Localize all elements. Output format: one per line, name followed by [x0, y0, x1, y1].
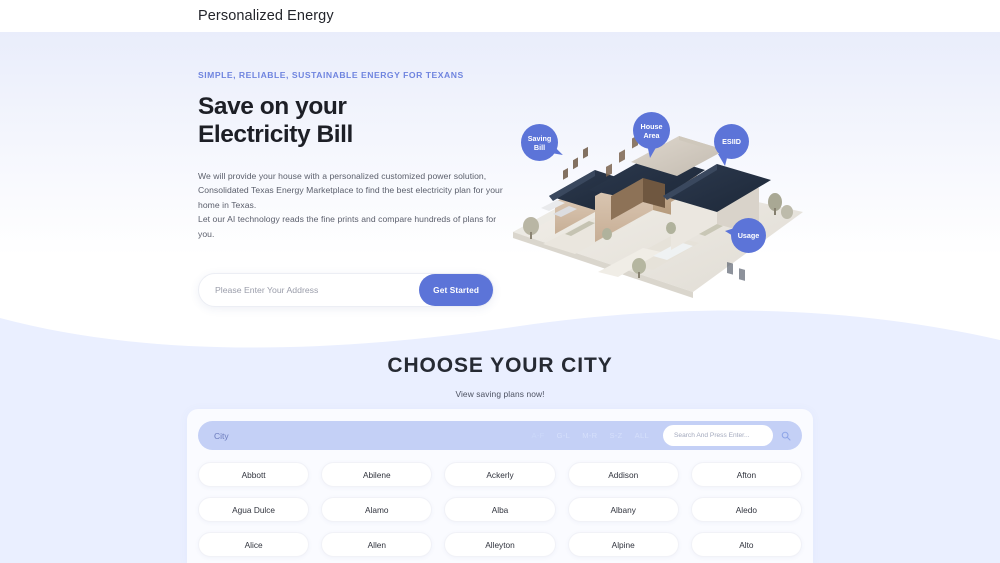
city-chip[interactable]: Allen — [321, 532, 433, 557]
badge-saving-bill[interactable]: Saving Bill — [521, 124, 558, 161]
city-chip-grid: Abbott Abilene Ackerly Addison Afton Agu… — [198, 462, 802, 557]
badge-house-area[interactable]: House Area — [633, 112, 670, 158]
city-chip[interactable]: Ackerly — [444, 462, 556, 487]
city-chip[interactable]: Alice — [198, 532, 310, 557]
badge-house-area-line1: House — [640, 121, 663, 131]
city-section-title: CHOOSE YOUR CITY — [387, 354, 613, 377]
alpha-filter-s-z[interactable]: S-Z — [609, 431, 622, 440]
hero-description-line-1: We will provide your house with a person… — [198, 170, 503, 210]
badge-usage-line1: Usage — [737, 231, 760, 240]
hero-description-line-2: Let our AI technology reads the fine pri… — [198, 214, 497, 239]
badge-esiid-line1: ESIID — [722, 137, 741, 146]
choose-city-section: CHOOSE YOUR CITY View saving plans now! … — [0, 292, 1000, 563]
city-chip[interactable]: Aledo — [690, 497, 802, 522]
alphabet-filter-group: A-F G-L M-R S-Z ALL — [531, 431, 649, 440]
city-chip[interactable]: Agua Dulce — [198, 497, 310, 522]
wave-divider — [0, 292, 1000, 360]
city-chip[interactable]: Abbott — [198, 462, 310, 487]
hero-section: SIMPLE, RELIABLE, SUSTAINABLE ENERGY FOR… — [0, 32, 1000, 312]
city-chip[interactable]: Alpine — [567, 532, 679, 557]
badge-saving-bill-line2: Bill — [533, 142, 546, 152]
city-chip[interactable]: Alleyton — [444, 532, 556, 557]
city-chip[interactable]: Abilene — [321, 462, 433, 487]
hero-title-line-1: Save on your — [198, 93, 347, 120]
hero-title: Save on your Electricity Bill — [198, 93, 510, 150]
search-icon[interactable] — [776, 431, 796, 441]
hero-title-line-2: Electricity Bill — [198, 121, 353, 149]
city-section-heading: CHOOSE YOUR CITY View saving plans now! — [0, 354, 1000, 399]
hero-house-illustration: Saving Bill House Area ESIID Usage — [503, 84, 823, 324]
badge-esiid[interactable]: ESIID — [714, 124, 749, 166]
city-filter-label: City — [214, 430, 229, 441]
alpha-filter-a-f[interactable]: A-F — [531, 431, 544, 440]
alpha-filter-all[interactable]: ALL — [635, 431, 649, 440]
top-navbar: Personalized Energy — [0, 0, 1000, 32]
brand-logo-text[interactable]: Personalized Energy — [198, 8, 334, 24]
hero-eyebrow: SIMPLE, RELIABLE, SUSTAINABLE ENERGY FOR… — [198, 70, 464, 80]
alpha-filter-g-l[interactable]: G-L — [557, 431, 571, 440]
city-panel: City A-F G-L M-R S-Z ALL Ab — [187, 409, 813, 563]
city-chip[interactable]: Alto — [690, 532, 802, 557]
city-chip[interactable]: Addison — [567, 462, 679, 487]
city-section-subtitle: View saving plans now! — [455, 389, 545, 399]
city-chip[interactable]: Alamo — [321, 497, 433, 522]
badge-house-area-line2: Area — [643, 130, 660, 140]
city-chip[interactable]: Alba — [444, 497, 556, 522]
city-filter-bar: City A-F G-L M-R S-Z ALL — [198, 421, 802, 450]
badge-usage[interactable]: Usage — [725, 218, 766, 253]
hero-copy-block: SIMPLE, RELIABLE, SUSTAINABLE ENERGY FOR… — [198, 70, 510, 241]
badge-saving-bill-line1: Saving — [527, 133, 552, 143]
city-chip[interactable]: Albany — [567, 497, 679, 522]
page-root: Personalized Energy SIMPLE, RELIABLE, SU… — [0, 0, 1000, 563]
city-chip[interactable]: Afton — [690, 462, 802, 487]
wave-divider-svg — [0, 310, 1000, 360]
hero-description: We will provide your house with a person… — [198, 169, 503, 241]
alpha-filter-m-r[interactable]: M-R — [582, 431, 597, 440]
city-search-pill — [663, 425, 773, 446]
search-icon-svg — [781, 431, 791, 441]
city-search-input[interactable] — [674, 432, 773, 439]
